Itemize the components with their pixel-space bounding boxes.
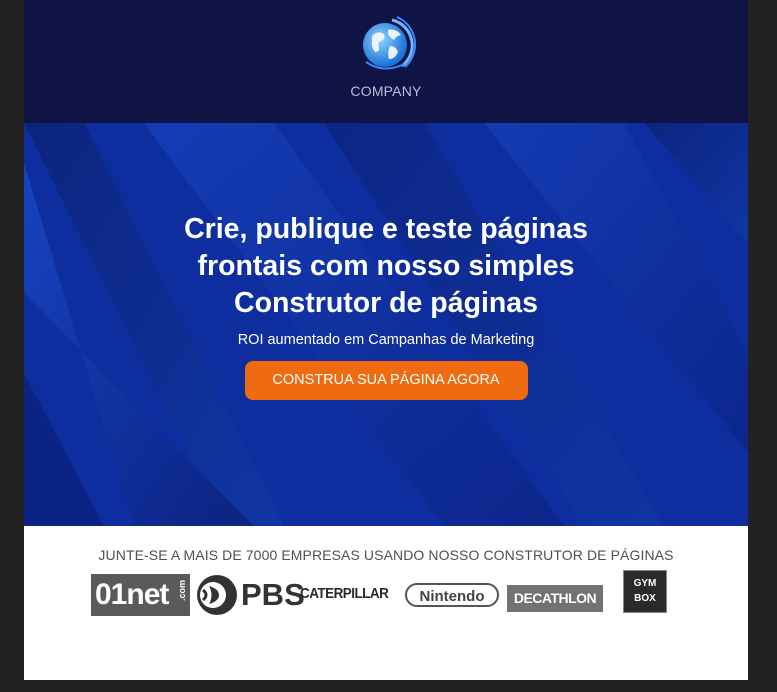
01net-logo: 01net .com (91, 574, 190, 616)
build-page-button[interactable]: CONSTRUA SUA PÁGINA AGORA (244, 361, 528, 400)
gymbox-logo-line1: GYM (633, 578, 657, 589)
decathlon-logo: DECATHLON (507, 585, 603, 612)
client-logos-row: 01net .com PBS CATERPILLAR Nintendo DECA… (24, 570, 748, 620)
nintendo-logo: Nintendo (405, 583, 499, 607)
caterpillar-logo: CATERPILLAR (300, 585, 389, 602)
pbs-logo: PBS (195, 573, 305, 617)
pbs-head-icon (197, 575, 237, 615)
company-logo[interactable]: COMPANY (346, 12, 426, 102)
hero-headline: Crie, publique e teste páginas frontais … (184, 213, 588, 319)
pbs-logo-text: PBS (241, 577, 305, 612)
gymbox-logo: GYM BOX (623, 570, 667, 613)
hero-banner: Crie, publique e teste páginas frontais … (24, 123, 748, 526)
client-logos-section: JUNTE-SE A MAIS DE 7000 EMPRESAS USANDO … (24, 526, 748, 680)
hero-content: Crie, publique e teste páginas frontais … (24, 211, 748, 400)
client-logos-title: JUNTE-SE A MAIS DE 7000 EMPRESAS USANDO … (98, 547, 674, 563)
01net-logo-suffix: .com (177, 580, 187, 602)
company-logo-text: COMPANY (350, 83, 422, 99)
email-frame: COMPANY Crie, publique e teste páginas f… (24, 0, 748, 680)
header-bar: COMPANY (24, 0, 748, 123)
01net-logo-text: 01net (95, 578, 169, 611)
hero-subtitle: ROI aumentado em Campanhas de Marketing (237, 332, 535, 348)
globe-icon (363, 16, 417, 70)
gymbox-logo-line2: BOX (634, 593, 656, 604)
